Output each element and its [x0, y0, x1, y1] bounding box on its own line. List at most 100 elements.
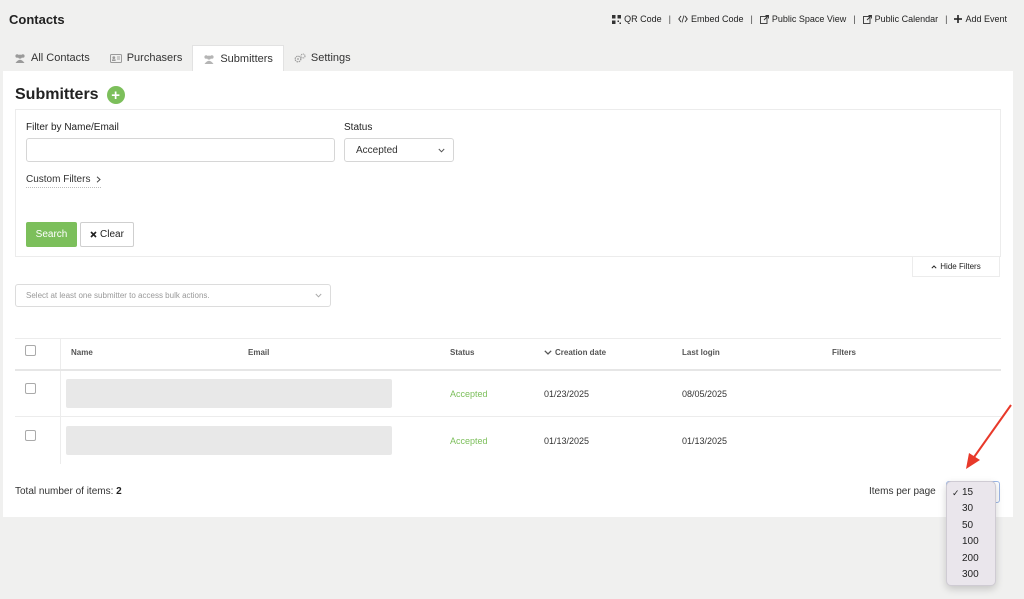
status-select[interactable]: Accepted — [344, 138, 454, 162]
separator: | — [668, 14, 671, 24]
option-label: 50 — [962, 519, 974, 531]
users-icon — [14, 53, 26, 63]
users-icon — [203, 54, 215, 64]
column-header-name[interactable]: Name — [71, 348, 93, 357]
row-creation-date: 01/13/2025 — [544, 436, 590, 446]
public-calendar-label: Public Calendar — [874, 14, 939, 24]
tab-label: Submitters — [220, 52, 273, 65]
tab-settings[interactable]: Settings — [284, 45, 361, 71]
redacted-name-email — [66, 379, 392, 408]
sort-down-icon — [544, 350, 552, 355]
public-space-view-label: Public Space View — [771, 14, 847, 24]
qr-icon — [612, 14, 622, 24]
top-actions: QR Code | Embed Code | Public Space View… — [612, 14, 1007, 24]
filter-panel — [15, 109, 1001, 257]
table-column-divider — [60, 339, 61, 464]
select-all-checkbox[interactable] — [25, 345, 36, 356]
qr-code-link[interactable]: QR Code — [612, 14, 662, 24]
external-link-icon — [759, 14, 769, 24]
chevron-up-icon — [931, 264, 937, 269]
items-per-page-label: Items per page — [869, 486, 936, 497]
total-items-value: 2 — [116, 486, 122, 497]
chevron-right-icon — [96, 176, 102, 183]
bulk-actions-placeholder: Select at least one submitter to access … — [26, 291, 210, 300]
custom-filters-toggle[interactable]: Custom Filters — [26, 174, 102, 188]
separator: | — [750, 14, 753, 24]
gears-icon — [294, 53, 306, 63]
external-link-icon — [862, 14, 872, 24]
tab-label: Purchasers — [126, 52, 183, 64]
table-border — [15, 338, 1001, 339]
row-divider — [15, 416, 1001, 417]
row-last-login: 01/13/2025 — [682, 436, 728, 446]
plus-icon: + — [111, 86, 120, 104]
row-creation-date: 01/23/2025 — [544, 389, 590, 399]
hide-filters-label: Hide Filters — [940, 262, 981, 271]
name-email-filter-input[interactable] — [26, 138, 335, 162]
column-header-creation-date[interactable]: Creation date — [544, 348, 606, 357]
plus-icon — [954, 15, 963, 23]
tab-label: Settings — [310, 52, 351, 64]
add-event-label: Add Event — [965, 14, 1007, 24]
column-header-last-login[interactable]: Last login — [682, 348, 720, 357]
tab-submitters[interactable]: Submitters — [192, 45, 284, 71]
id-card-icon — [109, 53, 122, 63]
items-per-page-option[interactable]: ✓ 15 — [947, 485, 995, 501]
top-bar: Contacts QR Code | Embed Code | Public S… — [0, 0, 1024, 40]
app-title: Contacts — [9, 12, 65, 27]
row-status: Accepted — [450, 436, 488, 446]
row-last-login: 08/05/2025 — [682, 389, 728, 399]
option-label: 15 — [962, 487, 974, 498]
add-submitter-button[interactable]: + — [106, 86, 125, 104]
hide-filters-button[interactable]: Hide Filters — [912, 257, 1000, 277]
bulk-actions-select[interactable]: Select at least one submitter to access … — [15, 284, 331, 307]
tab-all-contacts[interactable]: All Contacts — [4, 45, 100, 71]
public-calendar-link[interactable]: Public Calendar — [862, 14, 939, 24]
items-per-page-option[interactable]: 30 — [947, 501, 995, 517]
qr-code-label: QR Code — [624, 14, 662, 24]
option-label: 300 — [962, 568, 979, 580]
items-per-page-option[interactable]: 300 — [947, 567, 995, 583]
status-filter-label: Status — [344, 122, 373, 133]
items-per-page-option[interactable]: 50 — [947, 518, 995, 534]
separator: | — [853, 14, 856, 24]
column-header-status[interactable]: Status — [450, 348, 474, 357]
embed-code-link[interactable]: Embed Code — [678, 14, 744, 24]
tab-bar: All Contacts Purchasers Submitters Setti… — [4, 45, 361, 71]
page-heading: Submitters + — [15, 86, 125, 104]
redacted-name-email — [66, 426, 392, 455]
column-header-filters: Filters — [832, 348, 857, 357]
total-items-label: Total number of items: — [15, 486, 114, 497]
row-checkbox[interactable] — [25, 383, 36, 394]
items-per-page-dropdown: ✓ 15 30 50 100 200 300 — [946, 481, 996, 586]
option-label: 30 — [962, 503, 974, 515]
table-header-divider — [15, 369, 1001, 371]
column-header-email[interactable]: Email — [248, 348, 269, 357]
row-status: Accepted — [450, 389, 488, 399]
option-label: 100 — [962, 536, 979, 548]
custom-filters-label: Custom Filters — [26, 174, 91, 185]
add-event-button[interactable]: Add Event — [954, 14, 1007, 24]
chevron-down-icon — [438, 148, 445, 153]
option-label: 200 — [962, 552, 979, 564]
chevron-down-icon — [315, 293, 322, 298]
clear-label: Clear — [100, 229, 124, 240]
code-icon — [678, 15, 688, 23]
close-icon — [90, 231, 97, 238]
tab-purchasers[interactable]: Purchasers — [100, 45, 193, 71]
page-title: Submitters — [15, 86, 99, 103]
public-space-view-link[interactable]: Public Space View — [759, 14, 847, 24]
separator: | — [945, 14, 948, 24]
column-header-label: Creation date — [555, 348, 607, 357]
items-per-page-option[interactable]: 100 — [947, 534, 995, 550]
tab-label: All Contacts — [31, 52, 90, 64]
search-button[interactable]: Search — [26, 222, 77, 247]
row-checkbox[interactable] — [25, 430, 36, 441]
name-filter-label: Filter by Name/Email — [26, 122, 119, 133]
clear-button[interactable]: Clear — [80, 222, 134, 247]
items-per-page-option[interactable]: 200 — [947, 551, 995, 567]
total-items: Total number of items: 2 — [15, 486, 122, 497]
embed-code-label: Embed Code — [690, 14, 744, 24]
checkmark-icon: ✓ — [952, 488, 960, 498]
status-select-value: Accepted — [356, 144, 398, 156]
